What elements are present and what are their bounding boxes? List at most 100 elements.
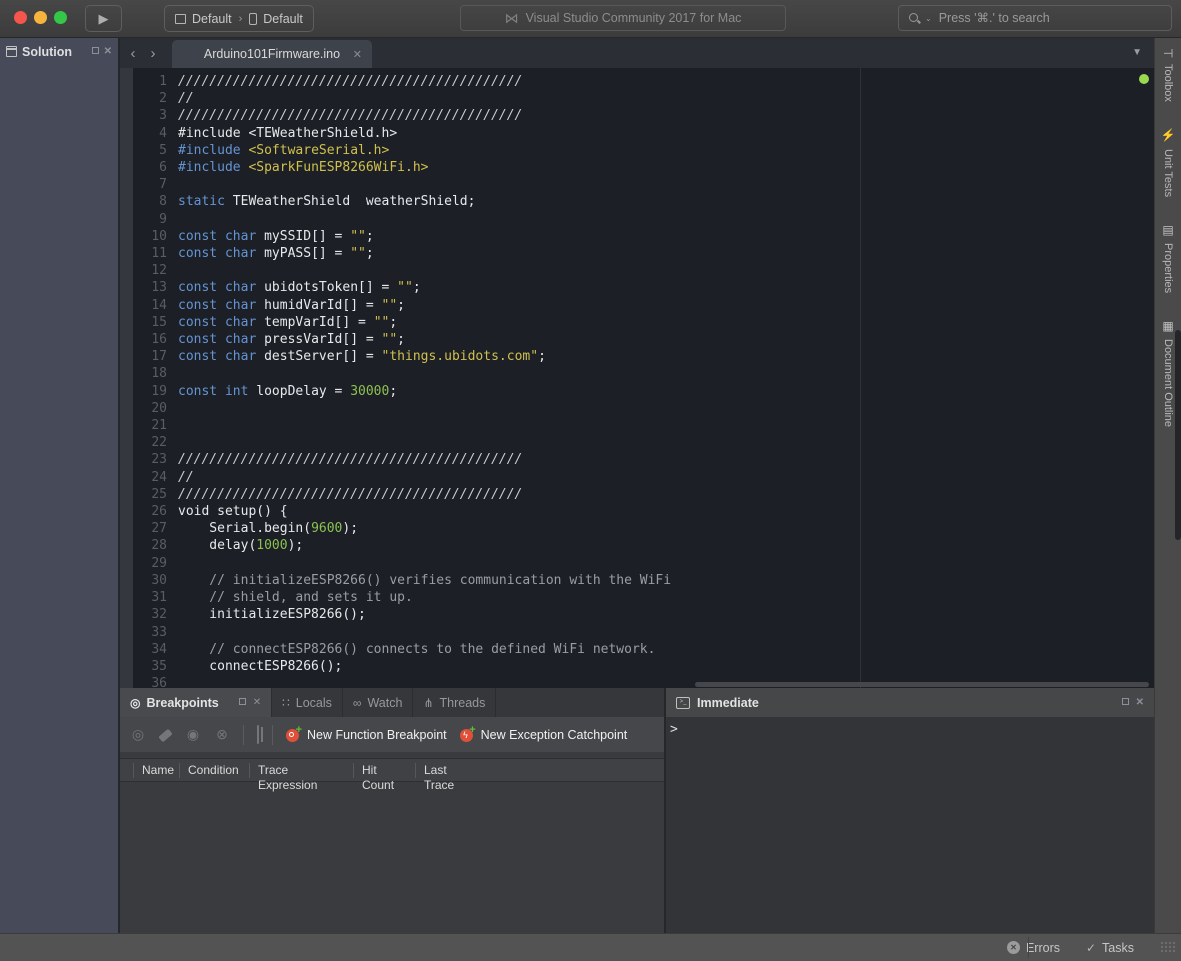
line-number[interactable]: 21 [120,417,178,434]
line-number[interactable]: 8 [120,193,178,210]
line-number[interactable]: 16 [120,331,178,348]
tab-threads[interactable]: ⋔Threads [413,688,496,717]
line-number[interactable]: 35 [120,658,178,675]
document-tabstrip: ‹ › Arduino101Firmware.ino ✕ ▼ [120,38,1154,68]
line-number[interactable]: 11 [120,245,178,262]
line-number[interactable]: 23 [120,451,178,468]
line-number[interactable]: 25 [120,486,178,503]
code-line: 19const int loopDelay = 30000; [120,383,1154,400]
line-number[interactable]: 30 [120,572,178,589]
tab-arduino101firmware[interactable]: Arduino101Firmware.ino ✕ [172,40,372,68]
tab-list-dropdown-icon[interactable]: ▼ [1132,47,1142,58]
line-number[interactable]: 3 [120,107,178,124]
column-header-hit-count[interactable]: Hit Count [354,763,416,778]
file-health-indicator [1139,74,1149,84]
solution-tree[interactable] [0,65,118,933]
line-number[interactable]: 31 [120,589,178,606]
run-button[interactable]: ▶ [85,5,122,32]
line-number[interactable]: 26 [120,503,178,520]
locals-icon: ∷ [282,696,290,710]
immediate-console[interactable]: > [666,717,1154,737]
line-number[interactable]: 9 [120,211,178,228]
nav-forward-button[interactable]: › [144,42,162,64]
dock-tab-toolbox[interactable]: ⊤Toolbox [1161,48,1175,102]
immediate-pin-icon[interactable] [1122,698,1129,708]
panel-close-icon[interactable]: ✕ [253,698,261,708]
traffic-minimize-button[interactable] [34,11,47,24]
line-number[interactable]: 19 [120,383,178,400]
window-scrollbar-thumb[interactable] [1175,330,1181,540]
nav-back-button[interactable]: ‹ [124,42,142,64]
device-dropdown[interactable]: Default [249,12,303,26]
code-line: 23//////////////////////////////////////… [120,451,1154,468]
line-number[interactable]: 33 [120,624,178,641]
tasks-button[interactable]: ✓ Tasks [1086,941,1134,955]
solution-close-icon[interactable]: ✕ [104,47,112,57]
app-window: ▶ Default › Default ⋈ Visual Studio Comm… [0,0,1181,961]
edit-breakpoint-icon[interactable] [159,726,172,744]
column-header-name[interactable]: Name [134,763,180,778]
code-line: 29 [120,555,1154,572]
errors-button[interactable]: ✕ Errors [1007,941,1060,955]
line-number[interactable]: 6 [120,159,178,176]
code-line: 9 [120,211,1154,228]
line-number[interactable]: 2 [120,90,178,107]
resize-grip[interactable] [1160,941,1177,954]
watch-icon: ∞ [353,696,362,710]
line-number[interactable]: 1 [120,73,178,90]
line-number[interactable]: 27 [120,520,178,537]
code-line: 13const char ubidotsToken[] = ""; [120,279,1154,296]
line-number[interactable]: 13 [120,279,178,296]
configuration-dropdown[interactable]: Default [175,12,232,26]
bottom-dock: ◎Breakpoints✕∷Locals∞Watch⋔Threads ◎ ◉ ⊗… [120,688,1154,933]
code-line: 34 // connectESP8266() connects to the d… [120,641,1154,658]
line-number[interactable]: 28 [120,537,178,554]
line-number[interactable]: 20 [120,400,178,417]
line-number[interactable]: 32 [120,606,178,623]
columns-options-icon[interactable] [257,726,259,744]
line-number[interactable]: 17 [120,348,178,365]
solution-pin-icon[interactable] [92,47,99,57]
window-title-text: Visual Studio Community 2017 for Mac [526,11,742,25]
tab-breakpoints[interactable]: ◎Breakpoints✕ [120,688,272,717]
traffic-close-button[interactable] [14,11,27,24]
line-number[interactable]: 10 [120,228,178,245]
line-number[interactable]: 36 [120,675,178,688]
dock-tab-document-outline[interactable]: ▦Document Outline [1161,319,1175,427]
line-number[interactable]: 22 [120,434,178,451]
line-number[interactable]: 14 [120,297,178,314]
horizontal-scrollbar-thumb[interactable] [695,682,1149,687]
line-number[interactable]: 29 [120,555,178,572]
line-number[interactable]: 24 [120,469,178,486]
immediate-prompt: > [666,717,1154,737]
search-input[interactable] [939,11,1162,25]
breakpoints-panel: ◎Breakpoints✕∷Locals∞Watch⋔Threads ◎ ◉ ⊗… [120,688,664,933]
line-number[interactable]: 4 [120,125,178,142]
line-number[interactable]: 18 [120,365,178,382]
code-line: 24// [120,469,1154,486]
immediate-close-icon[interactable]: ✕ [1136,698,1144,708]
line-number[interactable]: 12 [120,262,178,279]
tab-watch[interactable]: ∞Watch [343,688,414,717]
column-header-last-trace[interactable]: Last Trace [416,763,486,778]
new-function-breakpoint-button[interactable]: + New Function Breakpoint [286,727,447,742]
dock-tab-unit-tests[interactable]: ⚡Unit Tests [1161,128,1175,197]
code-editor[interactable]: 1///////////////////////////////////////… [120,68,1154,688]
traffic-zoom-button[interactable] [54,11,67,24]
tab-locals[interactable]: ∷Locals [272,688,343,717]
remove-all-breakpoints-icon[interactable]: ⊗ [214,726,230,743]
immediate-panel-title: Immediate [697,696,759,710]
tab-close-icon[interactable]: ✕ [353,48,362,61]
column-header-trace-expression[interactable]: Trace Expression [250,763,354,778]
line-number[interactable]: 5 [120,142,178,159]
window-title: ⋈ Visual Studio Community 2017 for Mac [460,5,786,31]
new-breakpoint-icon[interactable]: ◎ [130,726,146,743]
dock-tab-properties[interactable]: ▤Properties [1161,223,1175,293]
new-exception-catchpoint-button[interactable]: ϟ+ New Exception Catchpoint [460,727,628,742]
line-number[interactable]: 15 [120,314,178,331]
line-number[interactable]: 7 [120,176,178,193]
line-number[interactable]: 34 [120,641,178,658]
column-header-condition[interactable]: Condition [180,763,250,778]
disable-all-breakpoints-icon[interactable]: ◉ [185,726,201,743]
panel-pin-icon[interactable] [239,698,246,708]
